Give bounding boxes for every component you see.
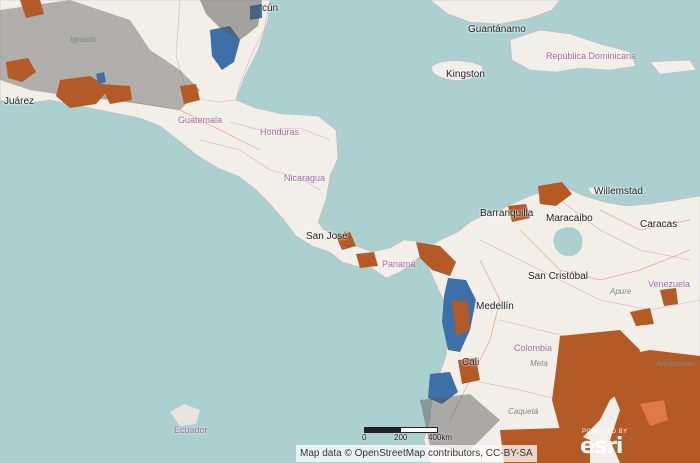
basemap xyxy=(0,0,700,463)
label-willemstad: Willemstad xyxy=(594,186,643,197)
label-cali: Cali xyxy=(462,357,480,368)
label-ignacio: Ignacio xyxy=(70,35,96,44)
map-attribution[interactable]: Map data © OpenStreetMap contributors, C… xyxy=(296,445,537,462)
esri-logo[interactable]: POWERED BY esri xyxy=(576,426,630,459)
label-caracas: Caracas xyxy=(640,219,678,230)
label-barranquilla: Barranquilla xyxy=(480,208,534,219)
label-san-jose: San José xyxy=(306,231,348,242)
map-viewport[interactable]: cún Guantánamo República Dominicana King… xyxy=(0,0,700,463)
label-medellin: Medellín xyxy=(476,301,514,312)
label-san-cristobal: San Cristóbal xyxy=(528,271,589,282)
label-ecuador: Ecuador xyxy=(174,425,208,435)
label-honduras: Honduras xyxy=(260,127,300,137)
label-apure: Apure xyxy=(610,287,632,296)
scale-bar: 0 200 400km xyxy=(362,424,458,442)
scale-label-400: 400km xyxy=(428,433,453,442)
label-nicaragua: Nicaragua xyxy=(284,173,326,183)
label-maracaibo: Maracaibo xyxy=(546,213,593,224)
label-venezuela: Venezuela xyxy=(648,279,691,289)
label-panama: Panamá xyxy=(382,259,416,269)
scale-label-200: 200 xyxy=(394,433,408,442)
esri-wordmark: esri xyxy=(580,434,623,459)
label-republica-dominicana: República Dominicana xyxy=(546,51,637,61)
label-juarez: Juárez xyxy=(4,96,35,107)
label-meta: Meta xyxy=(530,359,548,368)
label-amazonas: Amazonas xyxy=(656,359,694,368)
scale-label-0: 0 xyxy=(362,433,367,442)
label-cancun: cún xyxy=(262,3,279,14)
label-kingston: Kingston xyxy=(446,69,485,80)
label-colombia: Colombia xyxy=(514,343,553,353)
label-guatemala: Guatemala xyxy=(178,115,223,125)
label-guantanamo: Guantánamo xyxy=(468,24,526,35)
label-caqueta: Caquetá xyxy=(508,407,539,416)
